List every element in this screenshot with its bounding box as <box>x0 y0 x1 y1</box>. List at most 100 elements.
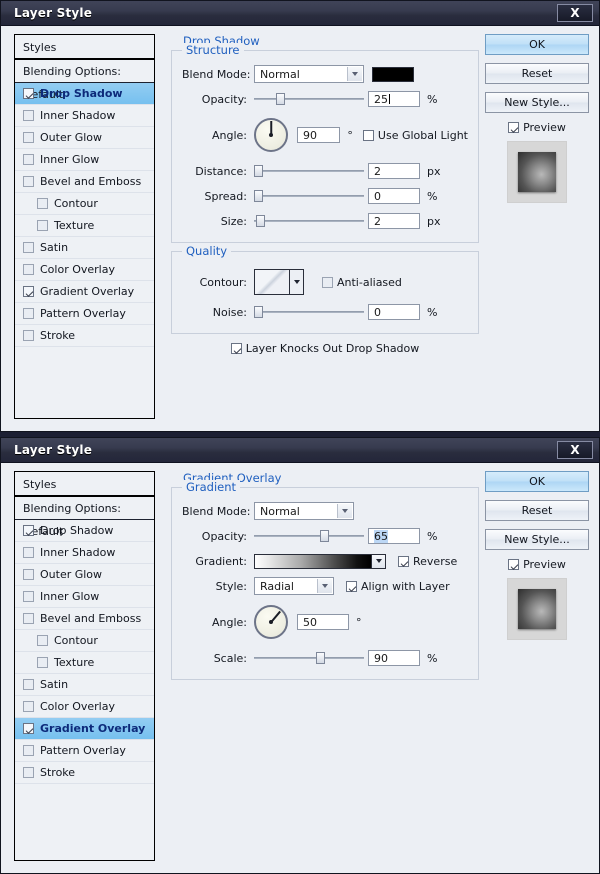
blending-options-row[interactable]: Blending Options: Default <box>15 60 154 101</box>
style-list-item[interactable]: Color Overlay <box>15 259 154 281</box>
new-style-button[interactable]: New Style... <box>485 92 589 113</box>
style-list-item[interactable]: Pattern Overlay <box>15 740 154 762</box>
close-icon[interactable]: X <box>557 4 593 22</box>
style-list-item[interactable]: Contour <box>15 193 154 215</box>
style-list-item[interactable]: Stroke <box>15 762 154 784</box>
checkbox-icon[interactable] <box>23 110 34 121</box>
checkbox-icon[interactable] <box>23 591 34 602</box>
style-list-item[interactable]: Color Overlay <box>15 696 154 718</box>
angle-dial[interactable] <box>254 605 288 639</box>
checkbox-icon[interactable] <box>23 88 34 99</box>
checkbox-icon[interactable] <box>23 308 34 319</box>
scale-slider[interactable] <box>254 651 364 665</box>
angle-input[interactable]: 50 <box>297 614 349 630</box>
opacity-input[interactable]: 25 <box>368 91 420 107</box>
checkbox-icon[interactable] <box>23 132 34 143</box>
contour-picker[interactable] <box>254 269 304 295</box>
anti-aliased-checkbox[interactable]: Anti-aliased <box>322 276 402 289</box>
checkbox-icon[interactable] <box>23 569 34 580</box>
angle-dial[interactable] <box>254 118 288 152</box>
shadow-color-swatch[interactable] <box>372 66 414 82</box>
style-list-item[interactable]: Inner Glow <box>15 586 154 608</box>
angle-input[interactable]: 90 <box>297 127 341 143</box>
checkbox-icon[interactable] <box>23 330 34 341</box>
ok-button[interactable]: OK <box>485 34 589 55</box>
style-list-item[interactable]: Inner Glow <box>15 149 154 171</box>
chevron-down-icon[interactable] <box>372 553 386 569</box>
new-style-button[interactable]: New Style... <box>485 529 589 550</box>
gradient-preview-bar[interactable] <box>254 553 372 569</box>
preview-label: Preview <box>523 121 566 134</box>
contour-swatch[interactable] <box>254 269 290 295</box>
layer-knocks-out-checkbox[interactable]: Layer Knocks Out Drop Shadow <box>171 342 479 355</box>
checkbox-icon[interactable] <box>23 242 34 253</box>
use-global-light-checkbox[interactable]: Use Global Light <box>362 129 468 142</box>
checkbox-icon[interactable] <box>23 264 34 275</box>
slider-thumb[interactable] <box>256 215 265 227</box>
preview-checkbox[interactable]: Preview <box>485 558 589 571</box>
slider-thumb[interactable] <box>316 652 325 664</box>
style-list-item[interactable]: Contour <box>15 630 154 652</box>
checkbox-icon[interactable] <box>23 723 34 734</box>
checkbox-icon[interactable] <box>23 613 34 624</box>
noise-input[interactable]: 0 <box>368 304 420 320</box>
style-list-item[interactable]: Bevel and Emboss <box>15 608 154 630</box>
style-list-item[interactable]: Bevel and Emboss <box>15 171 154 193</box>
style-list-item[interactable]: Gradient Overlay <box>15 718 154 740</box>
gradient-picker[interactable] <box>254 553 386 569</box>
checkbox-icon[interactable] <box>23 525 34 536</box>
style-list-item[interactable]: Gradient Overlay <box>15 281 154 303</box>
checkbox-icon[interactable] <box>23 701 34 712</box>
blend-mode-select[interactable]: Normal <box>254 65 364 83</box>
ok-button[interactable]: OK <box>485 471 589 492</box>
checkbox-icon[interactable] <box>23 767 34 778</box>
checkbox-icon[interactable] <box>23 176 34 187</box>
checkbox-icon[interactable] <box>37 657 48 668</box>
style-list-item[interactable]: Inner Shadow <box>15 542 154 564</box>
noise-slider[interactable] <box>254 305 364 319</box>
size-input[interactable]: 2 <box>368 213 420 229</box>
style-list-item[interactable]: Outer Glow <box>15 564 154 586</box>
slider-thumb[interactable] <box>254 306 263 318</box>
checkbox-icon[interactable] <box>37 635 48 646</box>
slider-thumb[interactable] <box>276 93 285 105</box>
blending-options-row[interactable]: Blending Options: Default <box>15 497 154 538</box>
blend-mode-select[interactable]: Normal <box>254 502 354 520</box>
scale-input[interactable]: 90 <box>368 650 420 666</box>
spread-slider[interactable] <box>254 189 364 203</box>
spread-input[interactable]: 0 <box>368 188 420 204</box>
checkbox-icon[interactable] <box>37 220 48 231</box>
checkbox-icon[interactable] <box>23 745 34 756</box>
close-icon[interactable]: X <box>557 441 593 459</box>
distance-slider[interactable] <box>254 164 364 178</box>
slider-thumb[interactable] <box>254 165 263 177</box>
style-list-item[interactable]: Satin <box>15 237 154 259</box>
style-list-item[interactable]: Inner Shadow <box>15 105 154 127</box>
checkbox-icon[interactable] <box>23 679 34 690</box>
style-list-item[interactable]: Stroke <box>15 325 154 347</box>
style-list-item[interactable]: Satin <box>15 674 154 696</box>
checkbox-icon[interactable] <box>37 198 48 209</box>
reverse-checkbox[interactable]: Reverse <box>398 555 457 568</box>
style-list-item[interactable]: Pattern Overlay <box>15 303 154 325</box>
style-list-item[interactable]: Texture <box>15 215 154 237</box>
opacity-slider[interactable] <box>254 92 364 106</box>
opacity-slider[interactable] <box>254 529 364 543</box>
reset-button[interactable]: Reset <box>485 500 589 521</box>
checkbox-icon[interactable] <box>23 547 34 558</box>
gradient-style-select[interactable]: Radial <box>254 577 334 595</box>
slider-thumb[interactable] <box>254 190 263 202</box>
noise-row: Noise: 0 % <box>182 303 468 321</box>
reset-button[interactable]: Reset <box>485 63 589 84</box>
checkbox-icon[interactable] <box>23 154 34 165</box>
slider-thumb[interactable] <box>320 530 329 542</box>
align-with-layer-checkbox[interactable]: Align with Layer <box>346 580 450 593</box>
distance-input[interactable]: 2 <box>368 163 420 179</box>
preview-checkbox[interactable]: Preview <box>485 121 589 134</box>
style-list-item[interactable]: Outer Glow <box>15 127 154 149</box>
style-list-item[interactable]: Texture <box>15 652 154 674</box>
size-slider[interactable] <box>254 214 364 228</box>
chevron-down-icon[interactable] <box>290 269 304 295</box>
opacity-input[interactable]: 65 <box>368 528 420 544</box>
checkbox-icon[interactable] <box>23 286 34 297</box>
